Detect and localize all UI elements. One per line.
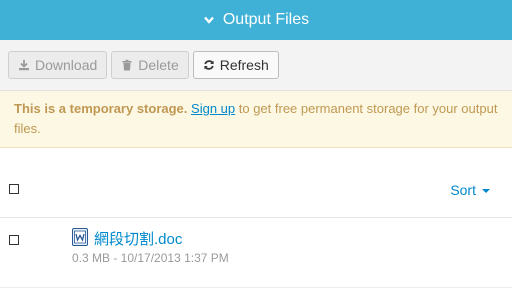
list-header: Sort [0, 148, 512, 218]
sign-up-link[interactable]: Sign up [191, 101, 235, 116]
delete-label: Delete [138, 57, 179, 73]
refresh-button[interactable]: Refresh [192, 51, 279, 79]
header-bar[interactable]: Output Files [0, 0, 512, 40]
toolbar: Download Delete Refresh [0, 40, 512, 91]
trash-icon [122, 59, 132, 71]
select-all-checkbox[interactable] [9, 184, 19, 194]
notice-bold-text: This is a temporary storage. [14, 101, 188, 116]
file-meta: 0.3 MB - 10/17/2013 1:37 PM [72, 251, 229, 265]
word-doc-icon [72, 228, 88, 246]
chevron-down-icon [203, 16, 214, 24]
caret-down-icon [482, 189, 490, 193]
download-button[interactable]: Download [8, 51, 108, 79]
file-name-link[interactable]: 網段切割.doc [94, 228, 182, 249]
header-title: Output Files [222, 11, 310, 28]
download-icon [19, 60, 29, 71]
refresh-icon [204, 60, 214, 70]
download-label: Download [35, 57, 98, 73]
file-row[interactable]: 網段切割.doc 0.3 MB - 10/17/2013 1:37 PM [0, 218, 512, 288]
refresh-label: Refresh [219, 57, 269, 73]
sort-dropdown[interactable]: Sort [450, 182, 490, 198]
file-checkbox[interactable] [9, 235, 19, 245]
temporary-storage-notice: This is a temporary storage. Sign up to … [0, 91, 512, 148]
sort-label: Sort [450, 182, 476, 198]
delete-button[interactable]: Delete [111, 51, 189, 79]
